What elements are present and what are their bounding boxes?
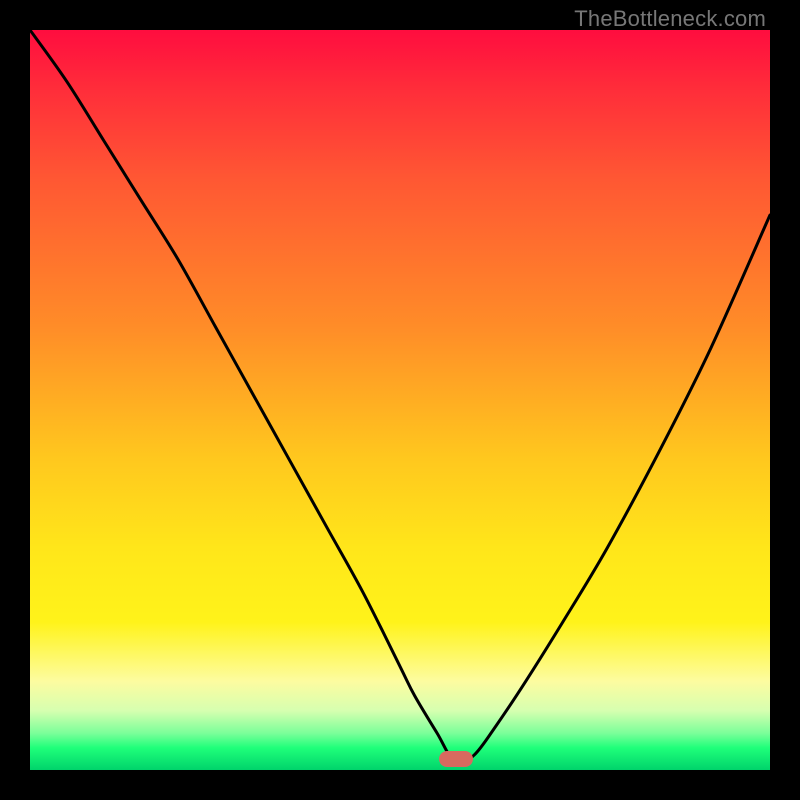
bottleneck-curve-path [30, 30, 770, 764]
chart-frame: TheBottleneck.com [0, 0, 800, 800]
optimal-point-marker [439, 751, 473, 767]
bottleneck-curve [30, 30, 770, 770]
attribution-text: TheBottleneck.com [574, 6, 766, 32]
plot-area [30, 30, 770, 770]
